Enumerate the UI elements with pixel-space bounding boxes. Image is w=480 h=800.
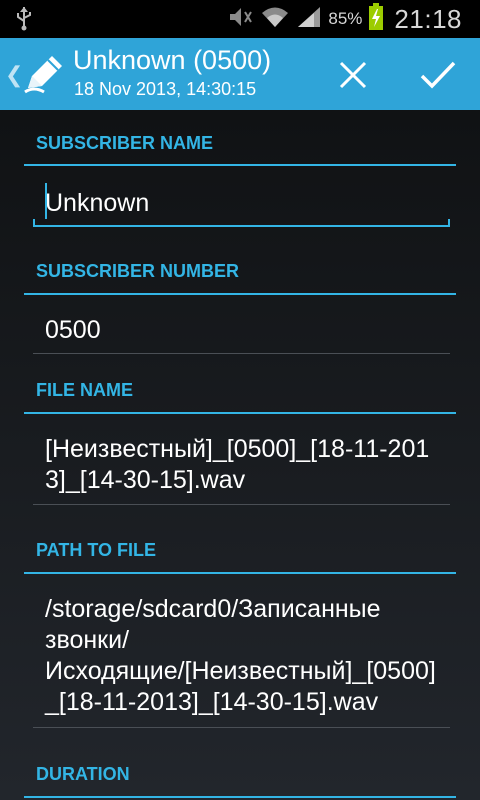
pencil-icon[interactable] xyxy=(22,52,66,101)
check-icon xyxy=(420,61,456,89)
section-label: FILE NAME xyxy=(36,380,133,400)
signal-icon xyxy=(296,5,322,34)
section-header-file-name: FILE NAME xyxy=(24,380,456,414)
clock: 21:18 xyxy=(394,3,462,34)
subscriber-number-input[interactable]: 0500 xyxy=(33,315,450,354)
wifi-icon xyxy=(260,5,290,34)
battery-percent: 85% xyxy=(328,9,363,28)
mute-icon xyxy=(226,6,254,33)
file-name-input[interactable]: [Неизвестный]_[0500]_[18-11-2013]_[14-30… xyxy=(33,434,450,505)
action-bar-title: Unknown (0500) xyxy=(73,45,272,75)
battery-charging-icon xyxy=(368,2,384,36)
recording-details-form: SUBSCRIBER NAME Unknown SUBSCRIBER NUMBE… xyxy=(0,110,480,800)
section-header-duration: DURATION xyxy=(24,764,456,798)
close-icon xyxy=(339,61,367,89)
section-label: PATH TO FILE xyxy=(36,540,156,560)
confirm-button[interactable] xyxy=(415,52,461,98)
section-label: DURATION xyxy=(36,764,130,784)
usb-icon xyxy=(16,7,32,36)
section-header-subscriber-name: SUBSCRIBER NAME xyxy=(24,133,456,166)
section-header-subscriber-number: SUBSCRIBER NUMBER xyxy=(24,261,456,295)
action-bar-subtitle: 18 Nov 2013, 14:30:15 xyxy=(74,79,257,99)
action-bar: ❮ Unknown (0500) 18 Nov 2013, 14:30:15 xyxy=(0,38,480,112)
section-header-path-to-file: PATH TO FILE xyxy=(24,540,456,574)
close-button[interactable] xyxy=(330,52,376,98)
text-cursor xyxy=(45,183,47,219)
back-caret-icon[interactable]: ❮ xyxy=(5,62,23,88)
status-bar: 85% 21:18 xyxy=(0,0,480,38)
section-label: SUBSCRIBER NUMBER xyxy=(36,261,240,281)
subscriber-name-input[interactable]: Unknown xyxy=(33,183,450,227)
section-label: SUBSCRIBER NAME xyxy=(36,133,214,153)
path-to-file-input[interactable]: /storage/sdcard0/Записанные звонки/Исход… xyxy=(33,594,450,728)
